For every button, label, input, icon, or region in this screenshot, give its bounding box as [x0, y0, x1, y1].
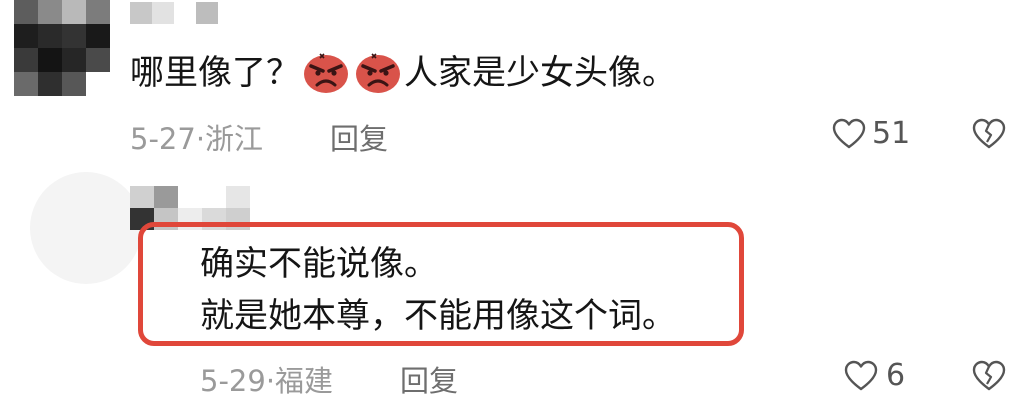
comment-text-part: 人家是少女头像。: [404, 53, 676, 93]
like-button[interactable]: [832, 118, 866, 150]
comment-text-line: 就是她本尊，不能用像这个词。: [200, 296, 676, 336]
reply-button[interactable]: 回复: [400, 358, 458, 400]
reply-button[interactable]: 回复: [330, 116, 388, 158]
avatar[interactable]: [30, 172, 142, 284]
comment-text-line: 确实不能说像。: [200, 244, 438, 284]
dislike-button[interactable]: [972, 360, 1006, 392]
comment-date-location: 5-29·福建: [200, 364, 334, 398]
broken-heart-icon: [972, 360, 1006, 391]
broken-heart-icon: [972, 118, 1006, 149]
angry-face-icon: [356, 53, 400, 93]
username[interactable]: [130, 2, 218, 24]
avatar[interactable]: [14, 0, 110, 96]
comment-date-location: 5-27·浙江: [130, 122, 264, 156]
comment-text: 哪里像了？ 人家是少女头像。: [130, 52, 676, 94]
heart-icon: [832, 118, 866, 149]
dislike-button[interactable]: [972, 118, 1006, 150]
angry-face-icon: [304, 53, 348, 93]
like-button[interactable]: [844, 360, 878, 392]
comment-text-part: 哪里像了？: [130, 53, 300, 93]
like-count: 51: [872, 116, 911, 151]
like-count: 6: [886, 358, 906, 393]
heart-icon: [844, 360, 878, 391]
